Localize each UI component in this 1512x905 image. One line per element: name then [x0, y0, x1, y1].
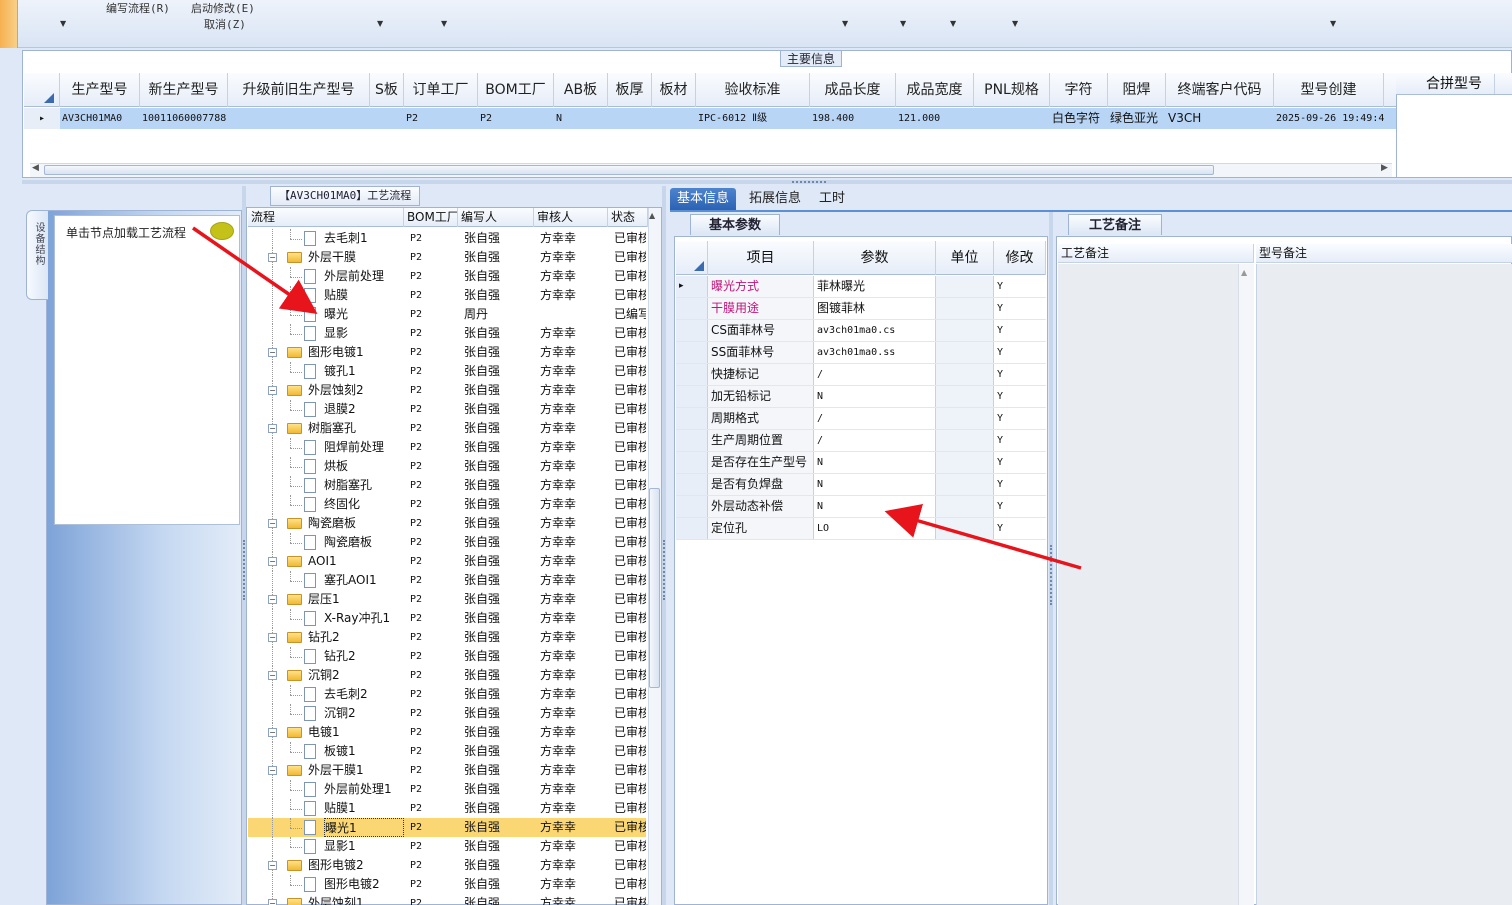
annotation-arrow-icon	[192, 226, 318, 314]
annotation-arrows	[192, 226, 1082, 570]
annotation-arrow-icon	[884, 504, 1082, 570]
app-window: 编写流程(R) 启动修改(E) 取消(Z) ▼ ▼ ▼ ▼ ▼ ▼ ▼ ▼ 主要…	[0, 0, 1512, 905]
